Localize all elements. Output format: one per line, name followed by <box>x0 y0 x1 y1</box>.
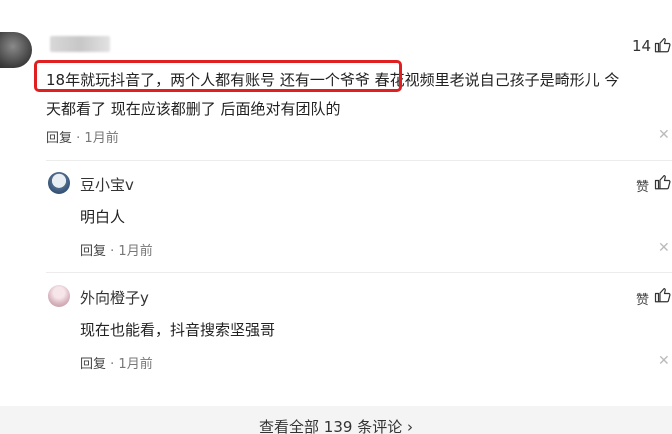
like-count: 14 <box>632 37 652 55</box>
divider <box>46 160 672 161</box>
avatar[interactable] <box>48 172 70 194</box>
close-icon[interactable]: ✕ <box>658 353 670 369</box>
reply-button[interactable]: 回复 <box>80 357 106 372</box>
reply-text: 明白人 <box>80 208 126 226</box>
divider <box>46 272 672 273</box>
reply-meta: 回复 · 1月前 <box>80 240 153 259</box>
reply-time: 1月前 <box>118 244 153 259</box>
reply-button[interactable]: 回复 <box>46 131 72 146</box>
close-icon[interactable]: ✕ <box>658 127 670 143</box>
comment-time: 1月前 <box>84 131 119 146</box>
blurred-username[interactable] <box>50 36 110 52</box>
comment-line-2: 天都看了 现在应该都删了 后面绝对有团队的 <box>46 100 341 118</box>
thumbs-up-icon[interactable] <box>654 286 672 304</box>
thumbs-up-icon[interactable] <box>654 36 672 54</box>
reply-button[interactable]: 回复 <box>80 244 106 259</box>
highlight-box <box>34 60 402 92</box>
reply-meta: 回复 · 1月前 <box>80 353 153 372</box>
reply-username[interactable]: 外向橙子y <box>80 287 149 308</box>
reply-text: 现在也能看，抖音搜索坚强哥 <box>80 321 276 339</box>
reply-time: 1月前 <box>118 357 153 372</box>
like-label: 赞 <box>636 180 650 195</box>
like-label: 赞 <box>636 293 650 308</box>
reply-username[interactable]: 豆小宝v <box>80 174 134 195</box>
close-icon[interactable]: ✕ <box>658 240 670 256</box>
view-all-comments-link[interactable]: 查看全部 139 条评论 › <box>0 416 672 434</box>
avatar[interactable] <box>0 32 32 68</box>
thumbs-up-icon[interactable] <box>654 173 672 191</box>
avatar[interactable] <box>48 285 70 307</box>
comment-meta: 回复 · 1月前 <box>46 127 119 146</box>
